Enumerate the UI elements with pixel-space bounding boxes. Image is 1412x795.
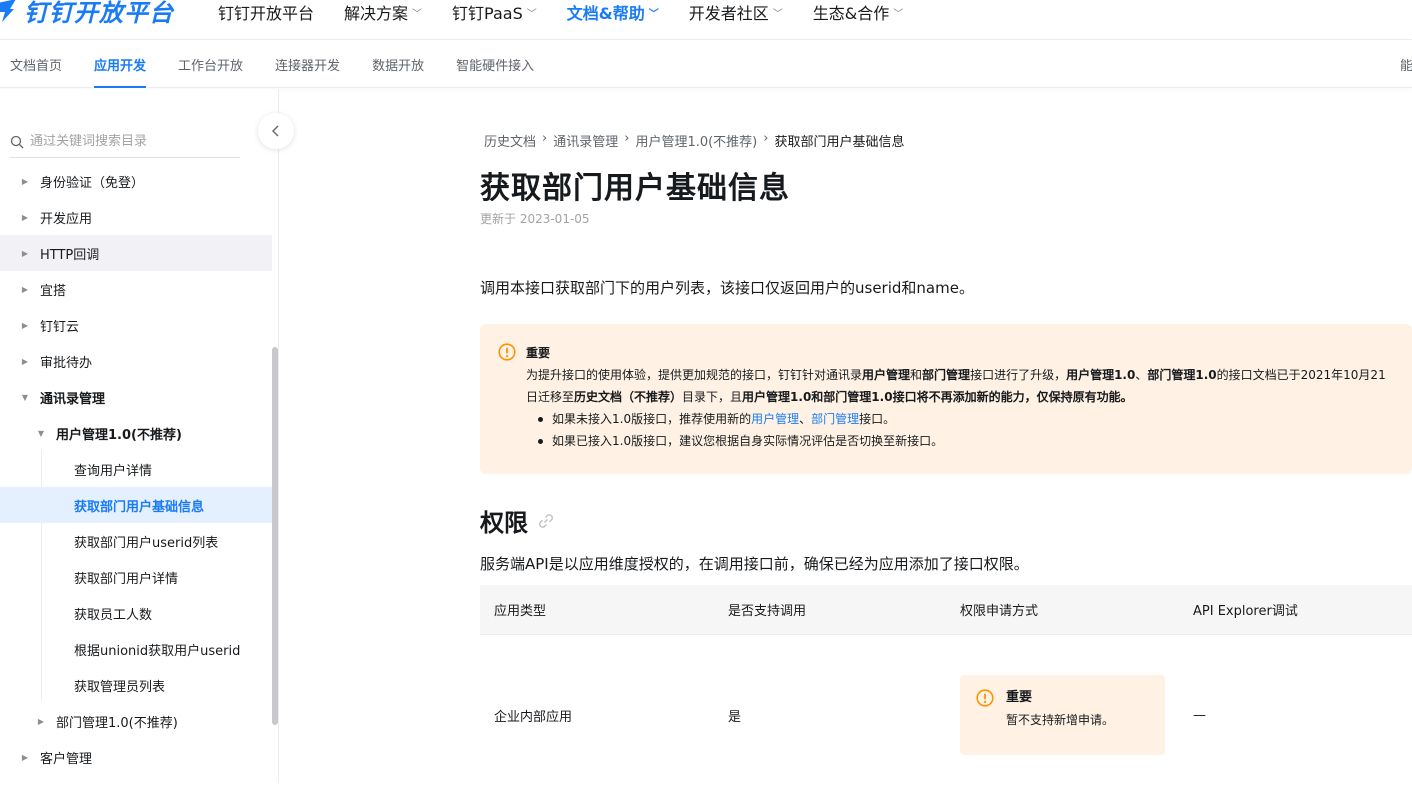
cell-supported: 是	[728, 709, 742, 725]
nav-item-solutions[interactable]: 解决方案 ﹀	[344, 0, 422, 24]
nav-item-community[interactable]: 开发者社区 ﹀	[689, 0, 783, 24]
apply-notice-title: 重要	[1006, 690, 1033, 705]
sidebar: ▶身份验证（免登） ▶开发应用 ▶HTTP回调 ▶宜搭 ▶钉钉云 ▶审批待办 ▼…	[0, 89, 294, 783]
permissions-table: 应用类型 是否支持调用 权限申请方式 API Explorer调试 企业内部应用…	[480, 585, 1412, 795]
search-input[interactable]	[30, 134, 230, 149]
caret-right-icon: ▶	[37, 716, 45, 726]
column-header: API Explorer调试	[1193, 604, 1298, 619]
list-item: 如果已接入1.0版接口，建议您根据自身实际情况评估是否切换至新接口。	[536, 430, 1392, 452]
chevron-right-icon: ›	[763, 131, 769, 146]
column-header: 应用类型	[494, 604, 547, 619]
caret-right-icon: ▶	[21, 248, 29, 258]
chevron-right-icon: ›	[624, 131, 630, 146]
apply-notice-text: 暂不支持新增申请。	[1006, 713, 1115, 727]
anchor-link-icon[interactable]	[536, 511, 556, 531]
nav-item-docs[interactable]: 文档&帮助 ﹀	[567, 0, 659, 24]
warning-icon	[498, 343, 516, 361]
tree-item[interactable]: ▶ 审批待办	[0, 343, 272, 379]
subnav-workbench[interactable]: 工作台开放	[178, 40, 243, 88]
table-row: 企业内部应用 是 重要 暂不支持新增申请。 —	[480, 635, 1412, 795]
caret-right-icon: ▶	[21, 212, 29, 222]
breadcrumb-current: 获取部门用户基础信息	[774, 135, 905, 150]
caret-right-icon: ▶	[21, 356, 29, 366]
tree-item[interactable]: ▶ 开发应用	[0, 199, 272, 235]
notice-title: 重要	[526, 346, 551, 360]
column-header: 是否支持调用	[728, 604, 807, 619]
cell-explorer: —	[1193, 707, 1206, 723]
page-title: 获取部门用户基础信息	[480, 171, 790, 206]
tree-item[interactable]: 查询用户详情	[0, 451, 272, 487]
subnav-app-dev[interactable]: 应用开发	[94, 40, 147, 88]
chevron-down-icon: ﹀	[893, 8, 904, 20]
notice-paragraph: 为提升接口的使用体验，提供更加规范的接口，钉钉针对通讯录用户管理和部门管理接口进…	[526, 368, 1386, 404]
sub-navbar: 文档首页 应用开发 工作台开放 连接器开发 数据开放 智能硬件接入 能	[0, 40, 1412, 88]
breadcrumb-item[interactable]: 用户管理1.0(不推荐)	[635, 131, 757, 150]
intro-text: 调用本接口获取部门下的用户列表，该接口仅返回用户的userid和name。	[480, 279, 974, 297]
nav-item-paas[interactable]: 钉钉PaaS ﹀	[452, 0, 537, 24]
tree-item-dept-mgmt[interactable]: ▶ 部门管理1.0(不推荐)	[0, 703, 272, 739]
caret-right-icon: ▶	[21, 320, 29, 330]
updated-date: 更新于 2023-01-05	[480, 212, 590, 226]
dept-mgmt-link[interactable]: 部门管理	[811, 412, 859, 426]
tree-item[interactable]: ▶ 钉钉云	[0, 307, 272, 343]
collapse-sidebar-button[interactable]	[258, 113, 294, 149]
tree-item[interactable]: 根据unionid获取用户userid	[0, 631, 272, 667]
caret-right-icon: ▶	[21, 752, 29, 762]
cell-app-type: 企业内部应用	[494, 709, 573, 725]
tree-item[interactable]: 获取部门用户详情	[0, 559, 272, 595]
subnav-docs-home[interactable]: 文档首页	[10, 40, 62, 88]
section-desc: 服务端API是以应用维度授权的，在调用接口前，确保已经为应用添加了接口权限。	[480, 555, 1029, 573]
tree-item[interactable]: 获取管理员列表	[0, 667, 272, 703]
section-title-permissions: 权限	[480, 503, 556, 538]
subnav-connector[interactable]: 连接器开发	[275, 40, 340, 88]
top-navbar: 钉钉开放平台 钉钉开放平台 解决方案 ﹀ 钉钉PaaS ﹀ 文档&帮助 ﹀ 开发者社区…	[0, 0, 1412, 40]
nav-item-platform[interactable]: 钉钉开放平台	[218, 0, 314, 24]
warning-icon	[976, 689, 994, 707]
tree-item[interactable]: ▶ 客户管理	[0, 739, 272, 775]
tree-item-user-mgmt[interactable]: ▼ 用户管理1.0(不推荐)	[0, 415, 272, 451]
chevron-down-icon: ﹀	[772, 8, 783, 20]
tree-item[interactable]: ▶ HTTP回调	[0, 235, 272, 271]
tree-item[interactable]: ▶ 身份验证（免登）	[0, 163, 272, 199]
breadcrumb-item[interactable]: 通讯录管理	[553, 131, 618, 150]
cell-apply-method: 重要 暂不支持新增申请。	[960, 675, 1165, 755]
tree-item[interactable]: ▶ 宜搭	[0, 271, 272, 307]
top-nav-menu: 钉钉开放平台 解决方案 ﹀ 钉钉PaaS ﹀ 文档&帮助 ﹀ 开发者社区 ﹀ 生态&合作…	[218, 0, 933, 24]
list-item: 如果未接入1.0版接口，推荐使用新的用户管理、部门管理接口。	[536, 408, 1392, 430]
tree-item[interactable]: 获取员工人数	[0, 595, 272, 631]
notice-list: 如果未接入1.0版接口，推荐使用新的用户管理、部门管理接口。 如果已接入1.0版…	[536, 408, 1392, 452]
tree-item[interactable]: 获取部门用户userid列表	[0, 523, 272, 559]
caret-right-icon: ▶	[21, 284, 29, 294]
search-icon	[10, 135, 24, 148]
doc-tree: ▶ 身份验证（免登） ▶ 开发应用 ▶ HTTP回调 ▶ 宜搭 ▶ 钉钉云 ▶ 审批待办 ▼…	[0, 163, 272, 775]
brand-logo[interactable]: 钉钉开放平台	[0, 0, 174, 30]
brand-logo-text: 钉钉开放平台	[24, 0, 174, 27]
tree-item-contacts[interactable]: ▼ 通讯录管理	[0, 379, 272, 415]
chevron-down-icon: ﹀	[648, 8, 659, 20]
breadcrumb: 历史文档 › 通讯录管理 › 用户管理1.0(不推荐) › 获取部门用户基础信息	[484, 131, 904, 150]
caret-right-icon: ▶	[21, 176, 29, 186]
caret-down-icon: ▼	[21, 392, 29, 402]
column-header: 权限申请方式	[960, 604, 1039, 619]
chevron-down-icon: ﹀	[412, 8, 423, 20]
caret-down-icon: ▼	[37, 428, 45, 438]
sidebar-search	[10, 126, 240, 158]
chevron-down-icon: ﹀	[526, 8, 537, 20]
subnav-overflow-item[interactable]: 能	[1400, 40, 1412, 88]
tree-item-selected[interactable]: 获取部门用户基础信息	[0, 487, 272, 523]
breadcrumb-item[interactable]: 历史文档	[484, 131, 536, 150]
apply-notice: 重要 暂不支持新增申请。	[960, 675, 1165, 755]
chevron-left-icon	[272, 125, 279, 137]
subnav-hardware[interactable]: 智能硬件接入	[456, 40, 534, 88]
sidebar-scrollbar[interactable]	[272, 347, 278, 725]
subnav-data[interactable]: 数据开放	[372, 40, 424, 88]
chevron-right-icon: ›	[542, 131, 548, 146]
table-header: 应用类型 是否支持调用 权限申请方式 API Explorer调试	[480, 585, 1412, 635]
user-mgmt-link[interactable]: 用户管理	[751, 412, 799, 426]
important-notice: 重要 为提升接口的使用体验，提供更加规范的接口，钉钉针对通讯录用户管理和部门管理…	[480, 324, 1412, 474]
nav-item-ecosystem[interactable]: 生态&合作 ﹀	[813, 0, 903, 24]
dingtalk-logo-icon	[0, 0, 16, 22]
